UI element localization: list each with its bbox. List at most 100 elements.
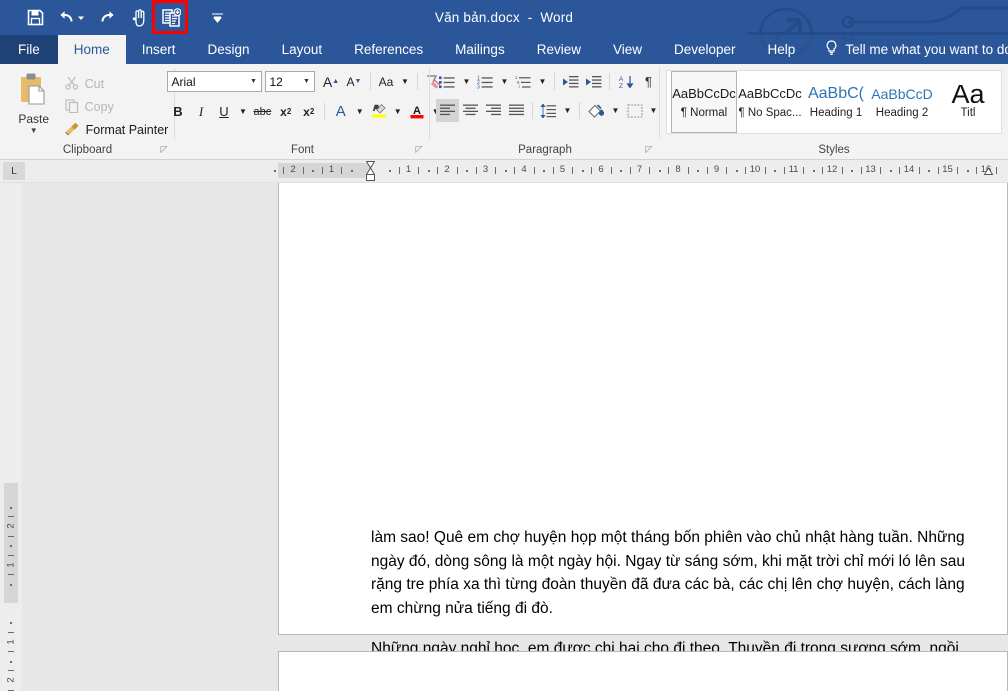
- paragraph-dialog-launcher-icon[interactable]: ◸: [644, 144, 654, 154]
- font-group-label: Font ◸: [290, 144, 424, 156]
- subscript-button[interactable]: x2: [274, 100, 297, 123]
- ruler-tick: [10, 506, 12, 509]
- vertical-ruler[interactable]: 2 1 1 2: [0, 183, 22, 691]
- numbering-button[interactable]: 123: [474, 70, 497, 93]
- font-name-dropdown-icon[interactable]: ▼: [247, 78, 261, 85]
- tab-stop-selector[interactable]: L: [3, 162, 25, 180]
- sort-button[interactable]: AZ: [614, 70, 637, 93]
- tab-references[interactable]: References: [338, 35, 439, 64]
- multilevel-list-dropdown-icon[interactable]: ▼: [535, 70, 550, 93]
- bold-button[interactable]: B: [167, 100, 190, 123]
- tab-view[interactable]: View: [597, 35, 658, 64]
- ribbon-group-styles: AaBbCcDc ¶ Normal AaBbCcDc ¶ No Spac... …: [660, 64, 1008, 159]
- paragraph[interactable]: làm sao! Quê em chợ huyện họp một tháng …: [371, 526, 987, 620]
- text-effects-button[interactable]: A: [329, 100, 352, 123]
- cut-button[interactable]: Cut: [61, 74, 169, 94]
- borders-button[interactable]: [623, 99, 646, 122]
- style-name: Heading 2: [875, 107, 929, 119]
- ruler-tick: [812, 170, 815, 172]
- ruler-number: 4: [521, 164, 527, 175]
- shrink-font-button[interactable]: A ▼: [343, 70, 366, 93]
- ruler-tick: [803, 167, 805, 174]
- style-tile-title[interactable]: Aa Titl: [935, 71, 1001, 133]
- tab-insert[interactable]: Insert: [126, 35, 192, 64]
- save-icon[interactable]: [22, 5, 48, 31]
- format-painter-button[interactable]: Format Painter: [61, 120, 168, 140]
- horizontal-ruler-track[interactable]: 2 1 1 2 3 4 5 6 7 8 9 10 11 12 13 14 15 16: [273, 160, 1008, 182]
- document-page-2[interactable]: chợ cùng chị, em lại cùng các bạn đi cào…: [278, 651, 1008, 691]
- tab-mailings[interactable]: Mailings: [439, 35, 521, 64]
- justify-button[interactable]: [505, 99, 528, 122]
- tab-design[interactable]: Design: [192, 35, 266, 64]
- document-area[interactable]: 2 1 1 2 làm sao! Quê em chợ huyện họp một t…: [0, 183, 1008, 691]
- svg-text:Z: Z: [619, 83, 623, 89]
- show-formatting-marks-button[interactable]: ¶: [637, 70, 660, 93]
- style-tile-normal[interactable]: AaBbCcDc ¶ Normal: [671, 71, 737, 133]
- font-name-combobox[interactable]: Arial ▼: [166, 71, 262, 92]
- font-size-combobox[interactable]: 12 ▼: [264, 71, 315, 92]
- ruler-tick: [572, 167, 574, 174]
- horizontal-ruler[interactable]: L 2 1 1 2 3 4 5 6 7 8 9 10 11 12 13 14 15 16: [0, 160, 1008, 183]
- increase-indent-button[interactable]: [582, 70, 605, 93]
- tab-review[interactable]: Review: [521, 35, 597, 64]
- text-highlight-dropdown-icon[interactable]: ▼: [390, 100, 405, 123]
- superscript-button[interactable]: x2: [297, 100, 320, 123]
- style-tile-no-spacing[interactable]: AaBbCcDc ¶ No Spac...: [737, 71, 803, 133]
- cut-label: Cut: [84, 77, 105, 91]
- underline-dropdown-icon[interactable]: ▼: [236, 100, 251, 123]
- copy-button[interactable]: Copy: [61, 97, 169, 117]
- italic-button[interactable]: I: [190, 100, 213, 123]
- document-page-1[interactable]: làm sao! Quê em chợ huyện họp một tháng …: [278, 183, 1008, 691]
- tab-home[interactable]: Home: [57, 35, 126, 64]
- ruler-tick: [880, 167, 882, 174]
- align-left-button[interactable]: [436, 99, 459, 122]
- tab-developer[interactable]: Developer: [658, 35, 752, 64]
- bullets-dropdown-icon[interactable]: ▼: [459, 70, 474, 93]
- tab-file[interactable]: File: [0, 35, 58, 64]
- new-comment-icon[interactable]: [152, 0, 188, 34]
- align-center-button[interactable]: [459, 99, 482, 122]
- tell-me-search[interactable]: Tell me what you want to do: [811, 35, 1008, 64]
- ruler-number: 12: [826, 164, 838, 175]
- ruler-number: 2: [444, 164, 450, 175]
- undo-icon[interactable]: [54, 5, 88, 31]
- font-size-dropdown-icon[interactable]: ▼: [300, 78, 314, 85]
- multilevel-list-button[interactable]: 1ai: [512, 70, 535, 93]
- style-tile-heading-1[interactable]: AaBbC( Heading 1: [803, 71, 869, 133]
- numbering-dropdown-icon[interactable]: ▼: [497, 70, 512, 93]
- left-indent-marker-icon[interactable]: [366, 174, 375, 181]
- tab-layout[interactable]: Layout: [266, 35, 339, 64]
- bullets-button[interactable]: [436, 70, 459, 93]
- font-color-button[interactable]: A: [405, 100, 428, 123]
- decrease-indent-button[interactable]: [559, 70, 582, 93]
- shading-button[interactable]: [584, 99, 608, 122]
- underline-button[interactable]: U: [213, 100, 236, 123]
- font-dialog-launcher-icon[interactable]: ◸: [414, 144, 424, 154]
- right-indent-marker-icon[interactable]: [984, 167, 993, 175]
- shading-dropdown-icon[interactable]: ▼: [608, 99, 623, 122]
- ruler-number: 9: [713, 164, 720, 175]
- touch-mode-icon[interactable]: [126, 5, 152, 31]
- ruler-tick: [591, 167, 593, 174]
- style-tile-heading-2[interactable]: AaBbCcD Heading 2: [869, 71, 935, 133]
- paragraph-group-label: Paragraph ◸: [518, 144, 654, 156]
- ruler-tick: [774, 170, 777, 172]
- redo-icon[interactable]: [94, 5, 120, 31]
- strikethrough-button[interactable]: abc: [251, 100, 275, 123]
- align-right-button[interactable]: [482, 99, 505, 122]
- text-effects-dropdown-icon[interactable]: ▼: [352, 100, 367, 123]
- clipboard-dialog-launcher-icon[interactable]: ◸: [159, 144, 169, 154]
- line-spacing-button[interactable]: [537, 99, 560, 122]
- change-case-button[interactable]: Aa: [375, 70, 398, 93]
- change-case-dropdown-icon[interactable]: ▼: [398, 70, 413, 93]
- ruler-tick: [273, 170, 276, 172]
- line-spacing-dropdown-icon[interactable]: ▼: [560, 99, 575, 122]
- tab-help[interactable]: Help: [752, 35, 812, 64]
- paste-dropdown-caret-icon[interactable]: ▼: [30, 127, 38, 135]
- customize-qat-icon[interactable]: [204, 5, 230, 31]
- grow-font-button[interactable]: A ▲: [320, 70, 343, 93]
- red-highlight-box: [152, 0, 188, 34]
- text-highlight-color-button[interactable]: [367, 100, 390, 123]
- ruler-tick: [302, 167, 304, 174]
- paste-button[interactable]: Paste ▼: [7, 68, 61, 135]
